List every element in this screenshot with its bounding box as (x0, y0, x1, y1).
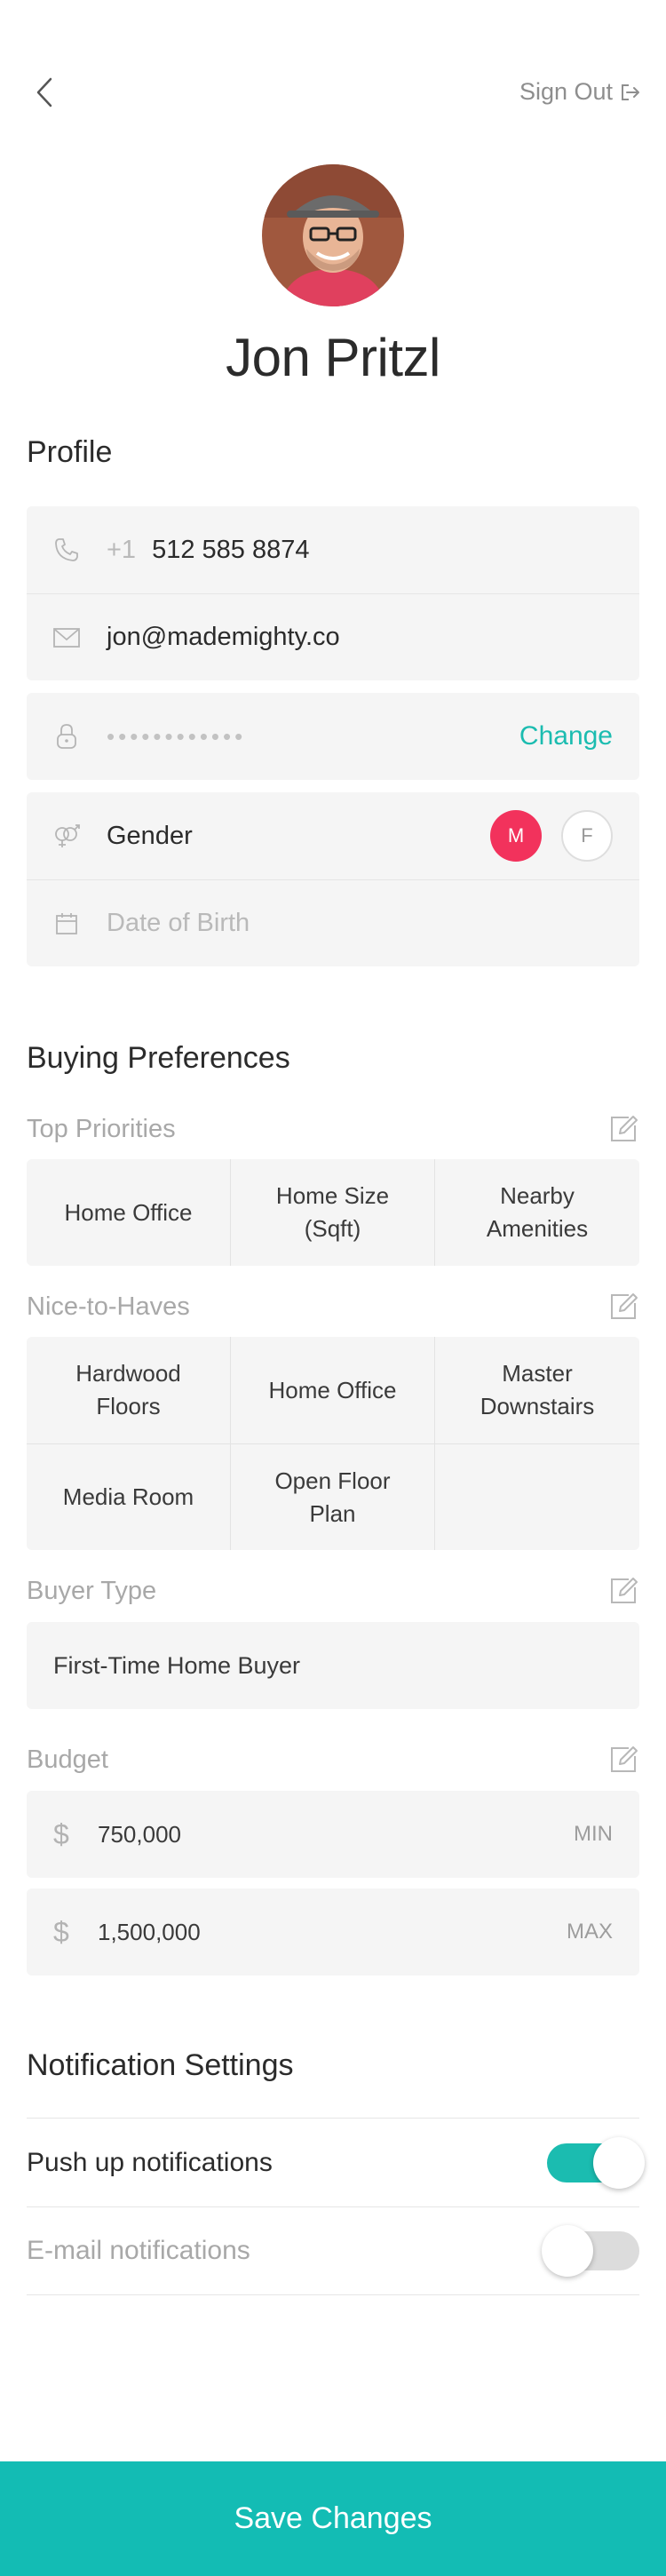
avatar[interactable] (262, 164, 404, 306)
phone-prefix: +1 (107, 535, 137, 564)
password-mask: •••••••••••• (107, 722, 247, 750)
gender-field: Gender M F (27, 792, 639, 879)
empty-cell (435, 1443, 639, 1550)
email-notifications-label: E-mail notifications (27, 2236, 250, 2265)
phone-field[interactable]: +1 512 585 8874 (27, 506, 639, 593)
sign-out-button[interactable]: Sign Out (519, 78, 641, 106)
gender-options: M F (490, 810, 613, 862)
email-notifications-toggle[interactable] (542, 2225, 639, 2277)
phone-icon (52, 535, 82, 565)
avatar-photo (262, 164, 404, 306)
mail-icon (52, 623, 82, 653)
sign-out-label: Sign Out (519, 78, 613, 105)
change-password-link[interactable]: Change (519, 721, 613, 751)
edit-icon[interactable] (607, 1113, 639, 1145)
save-changes-button[interactable]: Save Changes (0, 2461, 666, 2576)
budget-min-tag: MIN (574, 1822, 613, 1846)
password-card: •••••••••••• Change (27, 693, 639, 780)
nice-to-have-item[interactable]: Hardwood Floors (27, 1337, 231, 1443)
gender-female-button[interactable]: F (561, 810, 613, 862)
email-notifications-row: E-mail notifications (27, 2206, 639, 2295)
budget-max-value: 1,500,000 (98, 1918, 201, 1945)
nice-to-have-item[interactable]: Master Downstairs (435, 1337, 639, 1443)
edit-icon[interactable] (607, 1575, 639, 1607)
password-field[interactable]: •••••••••••• Change (27, 693, 639, 780)
top-priorities-label: Top Priorities (27, 1114, 176, 1143)
nice-to-have-item[interactable]: Open Floor Plan (231, 1443, 435, 1550)
buying-preferences-title: Buying Preferences (27, 1041, 290, 1075)
sign-out-icon (622, 83, 639, 100)
toggle-knob (542, 2225, 593, 2277)
top-priorities-header: Top Priorities (27, 1110, 639, 1148)
priority-item[interactable]: Home Size (Sqft) (231, 1159, 435, 1266)
gender-icon (52, 821, 82, 851)
contact-card: +1 512 585 8874 jon@mademighty.co (27, 506, 639, 680)
top-priorities-grid: Home Office Home Size (Sqft) Nearby Amen… (27, 1159, 639, 1266)
phone-value: 512 585 8874 (152, 535, 310, 564)
gender-label: Gender (107, 821, 193, 850)
email-value: jon@mademighty.co (107, 623, 340, 651)
budget-min-value: 750,000 (98, 1820, 181, 1848)
nice-to-haves-grid: Hardwood Floors Home Office Master Downs… (27, 1337, 639, 1550)
push-notifications-row: Push up notifications (27, 2118, 645, 2206)
dollar-icon: $ (53, 1817, 69, 1850)
nice-to-haves-header: Nice-to-Haves (27, 1288, 639, 1325)
back-button[interactable] (27, 73, 62, 112)
top-bar: Sign Out (0, 0, 666, 187)
profile-title: Profile (27, 435, 113, 469)
buyer-type-header: Buyer Type (27, 1572, 639, 1610)
user-name: Jon Pritzl (226, 328, 440, 387)
push-notifications-label: Push up notifications (27, 2147, 273, 2177)
nice-to-have-item[interactable]: Home Office (231, 1337, 435, 1443)
email-field[interactable]: jon@mademighty.co (27, 593, 639, 680)
toggle-knob (593, 2136, 645, 2189)
buyer-type-label: Buyer Type (27, 1576, 157, 1605)
priority-item[interactable]: Home Office (27, 1159, 231, 1266)
nice-to-have-item[interactable]: Media Room (27, 1443, 231, 1550)
push-notifications-toggle[interactable] (547, 2136, 645, 2189)
calendar-icon (52, 909, 82, 939)
budget-max-tag: MAX (566, 1920, 613, 1944)
gender-male-button[interactable]: M (490, 810, 542, 862)
budget-label: Budget (27, 1745, 108, 1774)
priority-item[interactable]: Nearby Amenities (435, 1159, 639, 1266)
edit-icon[interactable] (607, 1291, 639, 1323)
edit-icon[interactable] (607, 1744, 639, 1776)
budget-max-field[interactable]: $ 1,500,000 MAX (27, 1888, 639, 1976)
buyer-type-value[interactable]: First-Time Home Buyer (27, 1622, 639, 1709)
budget-header: Budget (27, 1741, 639, 1778)
lock-icon (52, 721, 82, 751)
dob-placeholder: Date of Birth (107, 909, 250, 937)
chevron-left-icon (36, 77, 52, 107)
personal-card: Gender M F Date of Birth (27, 792, 639, 966)
nice-to-haves-label: Nice-to-Haves (27, 1292, 190, 1321)
budget-min-field[interactable]: $ 750,000 MIN (27, 1791, 639, 1878)
dollar-icon: $ (53, 1915, 69, 1948)
dob-field[interactable]: Date of Birth (27, 879, 639, 966)
notification-settings-title: Notification Settings (27, 2048, 294, 2082)
